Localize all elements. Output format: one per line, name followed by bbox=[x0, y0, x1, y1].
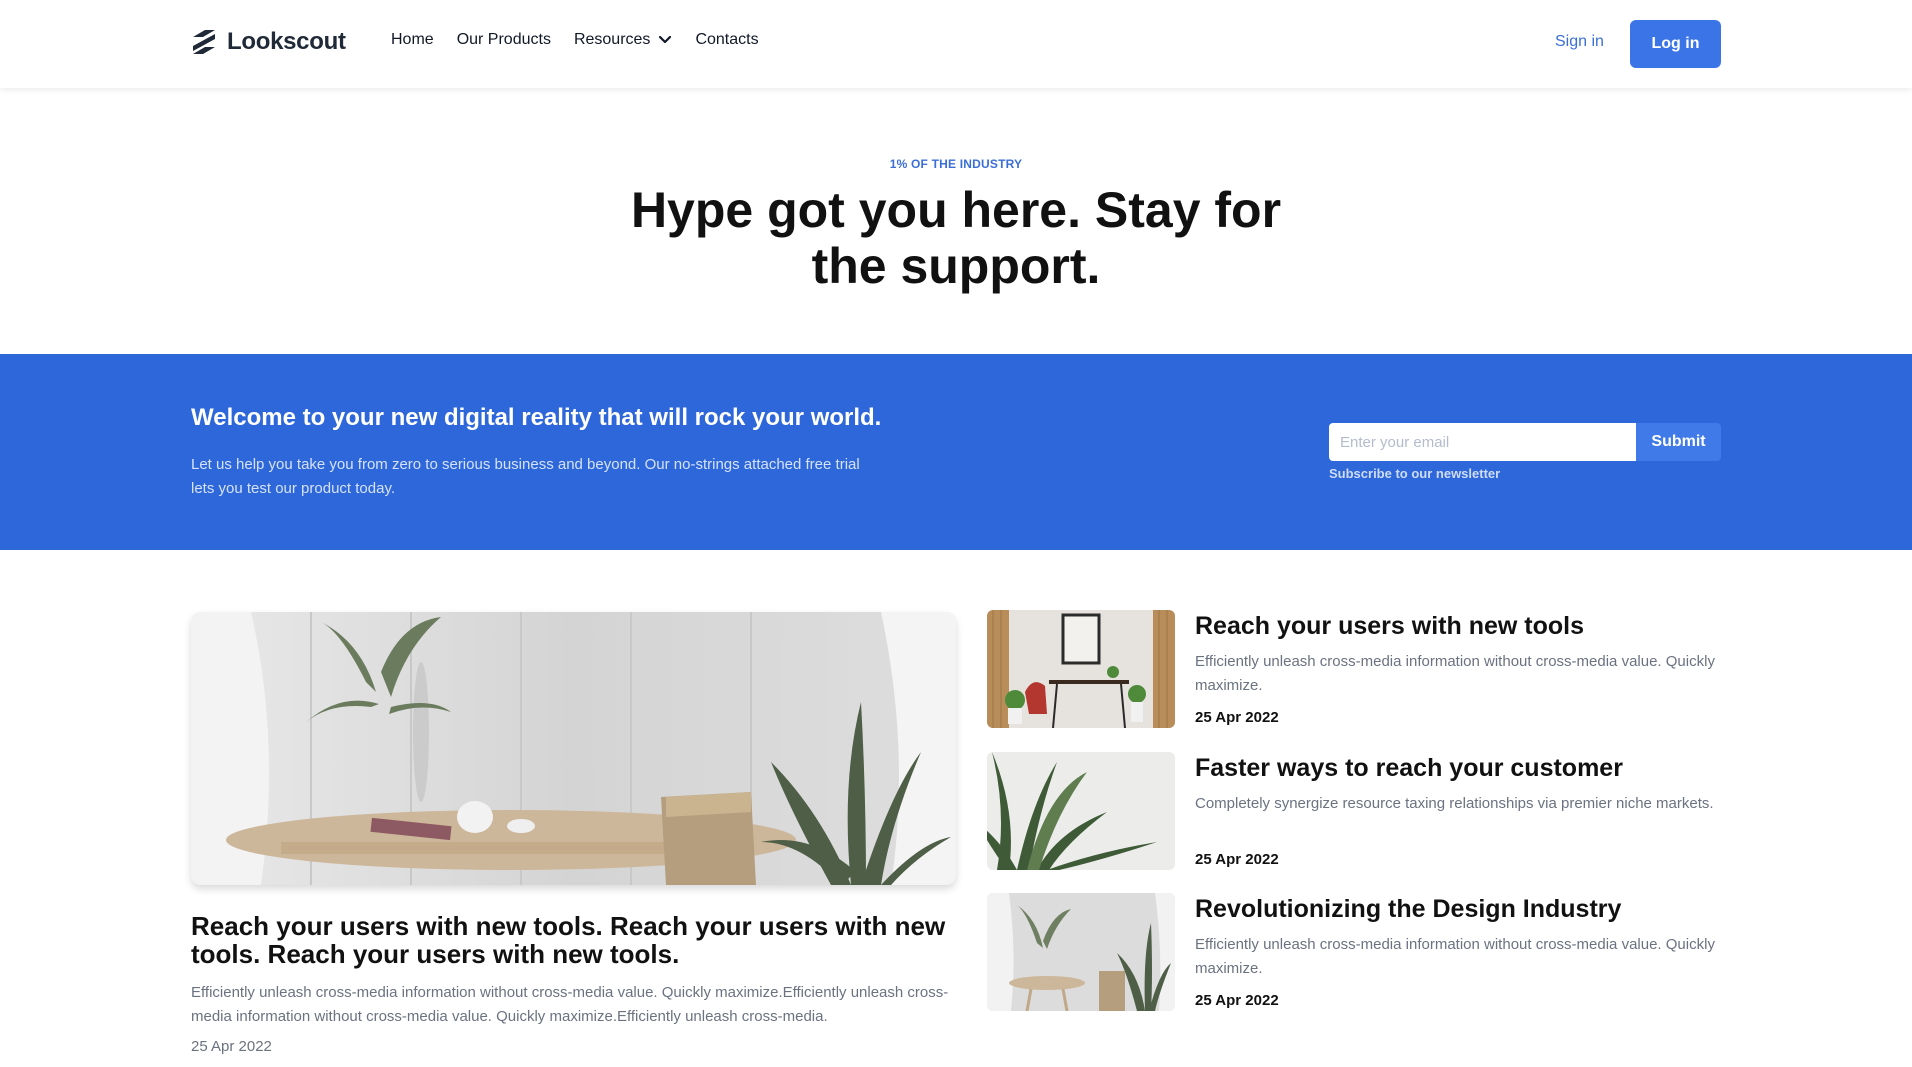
article-date: 25 Apr 2022 bbox=[1195, 851, 1279, 868]
banner-title: Welcome to your new digital reality that… bbox=[191, 404, 882, 431]
banner-description: Let us help you take you from zero to se… bbox=[191, 456, 860, 497]
article-thumbnail[interactable] bbox=[987, 893, 1175, 1011]
nav-our-products[interactable]: Our Products bbox=[457, 31, 551, 49]
nav-resources[interactable]: Resources bbox=[574, 31, 672, 49]
article-thumbnail[interactable] bbox=[987, 752, 1175, 870]
chevron-down-icon bbox=[658, 35, 672, 45]
article-date: 25 Apr 2022 bbox=[1195, 992, 1279, 1009]
article-title[interactable]: Revolutionizing the Design Industry bbox=[1195, 895, 1621, 924]
newsletter-banner: Welcome to your new digital reality that… bbox=[0, 354, 1912, 550]
brand-logo-link[interactable]: Lookscout bbox=[191, 28, 346, 56]
article-excerpt: Completely synergize resource taxing rel… bbox=[1195, 795, 1714, 812]
article-title[interactable]: Faster ways to reach your customer bbox=[1195, 754, 1623, 783]
top-navbar: Lookscout Home Our Products Resources Co… bbox=[0, 0, 1912, 88]
article-date: 25 Apr 2022 bbox=[1195, 709, 1279, 726]
featured-article-title[interactable]: Reach your users with new tools. Reach y… bbox=[191, 912, 961, 968]
article-thumbnail[interactable] bbox=[987, 610, 1175, 728]
sign-in-link[interactable]: Sign in bbox=[1555, 33, 1604, 51]
newsletter-note: Subscribe to our newsletter bbox=[1329, 466, 1501, 481]
nav-home[interactable]: Home bbox=[391, 31, 434, 49]
submit-button[interactable]: Submit bbox=[1636, 423, 1721, 461]
log-in-button[interactable]: Log in bbox=[1630, 20, 1721, 68]
article-excerpt: Efficiently unleash cross-media informat… bbox=[1195, 653, 1715, 694]
nav-contacts[interactable]: Contacts bbox=[695, 31, 758, 49]
featured-article-excerpt: Efficiently unleash cross-media informat… bbox=[191, 984, 949, 1025]
article-card: Revolutionizing the Design Industry Effi… bbox=[987, 893, 1727, 1013]
featured-article-date: 25 Apr 2022 bbox=[191, 1038, 272, 1055]
email-input[interactable] bbox=[1329, 423, 1636, 461]
main-nav: Home Our Products Resources Contacts bbox=[391, 31, 759, 49]
lookscout-logo-icon bbox=[191, 28, 217, 56]
hero-title: Hype got you here. Stay for the support. bbox=[630, 182, 1282, 294]
article-title[interactable]: Reach your users with new tools bbox=[1195, 612, 1584, 641]
article-excerpt: Efficiently unleash cross-media informat… bbox=[1195, 936, 1715, 977]
featured-article-image[interactable] bbox=[191, 612, 956, 885]
hero-eyebrow: 1% OF THE INDUSTRY bbox=[889, 157, 1023, 171]
brand-name: Lookscout bbox=[227, 28, 346, 55]
nav-resources-label: Resources bbox=[573, 31, 651, 48]
article-card: Faster ways to reach your customer Compl… bbox=[987, 752, 1727, 872]
article-card: Reach your users with new tools Efficien… bbox=[987, 610, 1727, 730]
